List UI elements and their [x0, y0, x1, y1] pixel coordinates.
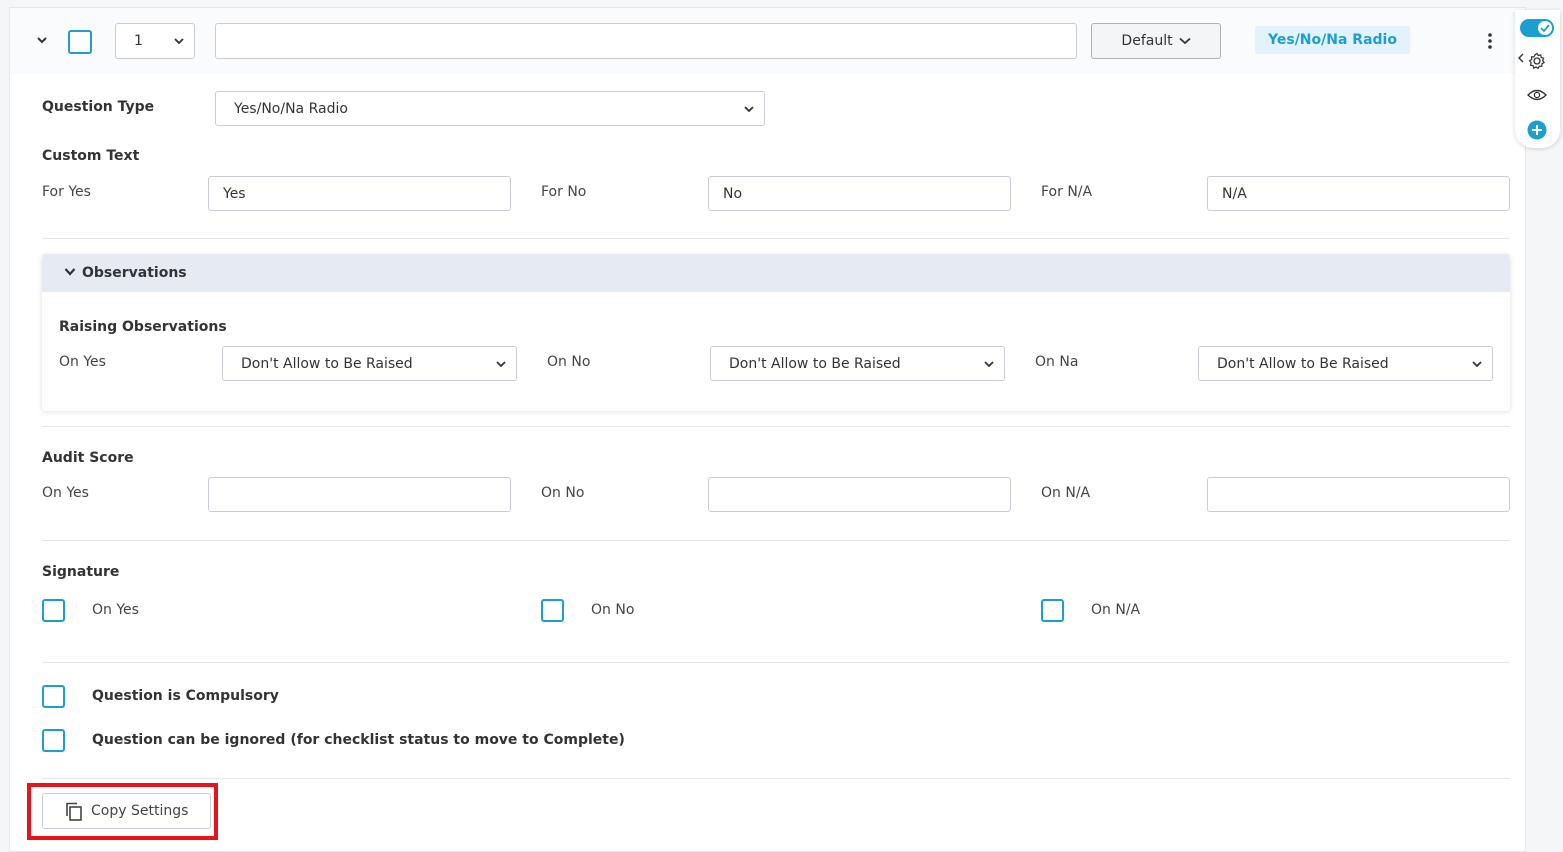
question-header: 1 Default Yes/No/Na Radio — [10, 8, 1525, 74]
raising-observations-heading: Raising Observations — [59, 319, 227, 335]
for-na-value: N/A — [1222, 185, 1247, 202]
default-dropdown-button[interactable]: Default — [1091, 23, 1221, 59]
observations-header[interactable]: Observations — [42, 254, 1510, 292]
default-button-label: Default — [1121, 33, 1173, 49]
obs-on-na-value: Don't Allow to Be Raised — [1217, 355, 1389, 372]
question-number-value: 1 — [134, 33, 143, 49]
question-title-input[interactable] — [215, 23, 1077, 59]
obs-on-na-select[interactable]: Don't Allow to Be Raised — [1198, 346, 1493, 381]
ignorable-label: Question can be ignored (for checklist s… — [92, 732, 625, 748]
audit-on-na-input[interactable] — [1207, 477, 1510, 512]
signature-on-na-checkbox[interactable] — [1041, 599, 1064, 622]
obs-on-no-label: On No — [547, 354, 591, 370]
for-yes-input[interactable]: Yes — [208, 176, 511, 211]
side-toolbar — [1515, 10, 1560, 148]
chevron-down-icon — [1178, 37, 1191, 45]
audit-score-heading: Audit Score — [42, 450, 134, 466]
chevron-down-icon — [744, 105, 754, 112]
signature-on-na-label: On N/A — [1091, 602, 1141, 618]
for-na-label: For N/A — [1041, 184, 1093, 200]
highlight-box — [27, 783, 218, 840]
obs-on-na-label: On Na — [1035, 354, 1079, 370]
audit-on-yes-label: On Yes — [42, 485, 89, 501]
chevron-down-icon — [174, 38, 184, 44]
signature-on-yes-checkbox[interactable] — [42, 599, 65, 622]
chevron-down-icon[interactable] — [35, 33, 49, 47]
chevron-down-icon — [984, 360, 994, 367]
custom-text-heading: Custom Text — [42, 148, 140, 164]
eye-icon[interactable] — [1527, 88, 1547, 102]
question-type-label: Question Type — [42, 99, 155, 115]
for-na-input[interactable]: N/A — [1207, 176, 1510, 211]
question-card: 1 Default Yes/No/Na Radio Question Type … — [9, 7, 1526, 852]
observations-title: Observations — [82, 265, 187, 281]
active-toggle[interactable] — [1520, 19, 1554, 37]
chevron-down-icon — [1472, 360, 1482, 367]
signature-on-yes-label: On Yes — [92, 602, 139, 618]
for-no-input[interactable]: No — [708, 176, 1011, 211]
chevron-down-icon — [64, 268, 76, 276]
divider — [42, 662, 1510, 663]
for-yes-label: For Yes — [42, 184, 91, 200]
divider — [42, 426, 1510, 427]
kebab-menu-icon[interactable] — [1486, 32, 1494, 50]
check-icon — [1538, 21, 1552, 35]
plus-circle-icon[interactable] — [1527, 120, 1547, 140]
question-type-select[interactable]: Yes/No/Na Radio — [215, 91, 765, 126]
divider — [42, 778, 1510, 779]
gear-icon[interactable] — [1528, 52, 1546, 70]
for-yes-value: Yes — [223, 185, 246, 202]
obs-on-yes-label: On Yes — [59, 354, 106, 370]
audit-on-no-input[interactable] — [708, 477, 1011, 512]
for-no-value: No — [723, 185, 743, 202]
divider — [42, 540, 1510, 541]
signature-on-no-label: On No — [591, 602, 635, 618]
obs-on-no-value: Don't Allow to Be Raised — [729, 355, 901, 372]
compulsory-label: Question is Compulsory — [92, 688, 279, 704]
ignorable-checkbox[interactable] — [42, 729, 65, 752]
compulsory-checkbox[interactable] — [42, 685, 65, 708]
signature-heading: Signature — [42, 564, 120, 580]
obs-on-yes-select[interactable]: Don't Allow to Be Raised — [222, 346, 517, 381]
chevron-down-icon — [496, 360, 506, 367]
signature-on-no-checkbox[interactable] — [541, 599, 564, 622]
audit-on-yes-input[interactable] — [208, 477, 511, 512]
for-no-label: For No — [541, 184, 587, 200]
question-type-badge: Yes/No/Na Radio — [1255, 26, 1410, 54]
question-number-select[interactable]: 1 — [115, 23, 195, 59]
audit-on-na-label: On N/A — [1041, 485, 1091, 501]
observations-panel: Observations Raising Observations On Yes… — [42, 254, 1510, 411]
chevron-left-icon[interactable] — [1518, 53, 1524, 63]
question-select-checkbox[interactable] — [68, 30, 92, 54]
obs-on-no-select[interactable]: Don't Allow to Be Raised — [710, 346, 1005, 381]
obs-on-yes-value: Don't Allow to Be Raised — [241, 355, 413, 372]
divider — [42, 238, 1510, 239]
audit-on-no-label: On No — [541, 485, 585, 501]
question-type-value: Yes/No/Na Radio — [234, 100, 348, 117]
